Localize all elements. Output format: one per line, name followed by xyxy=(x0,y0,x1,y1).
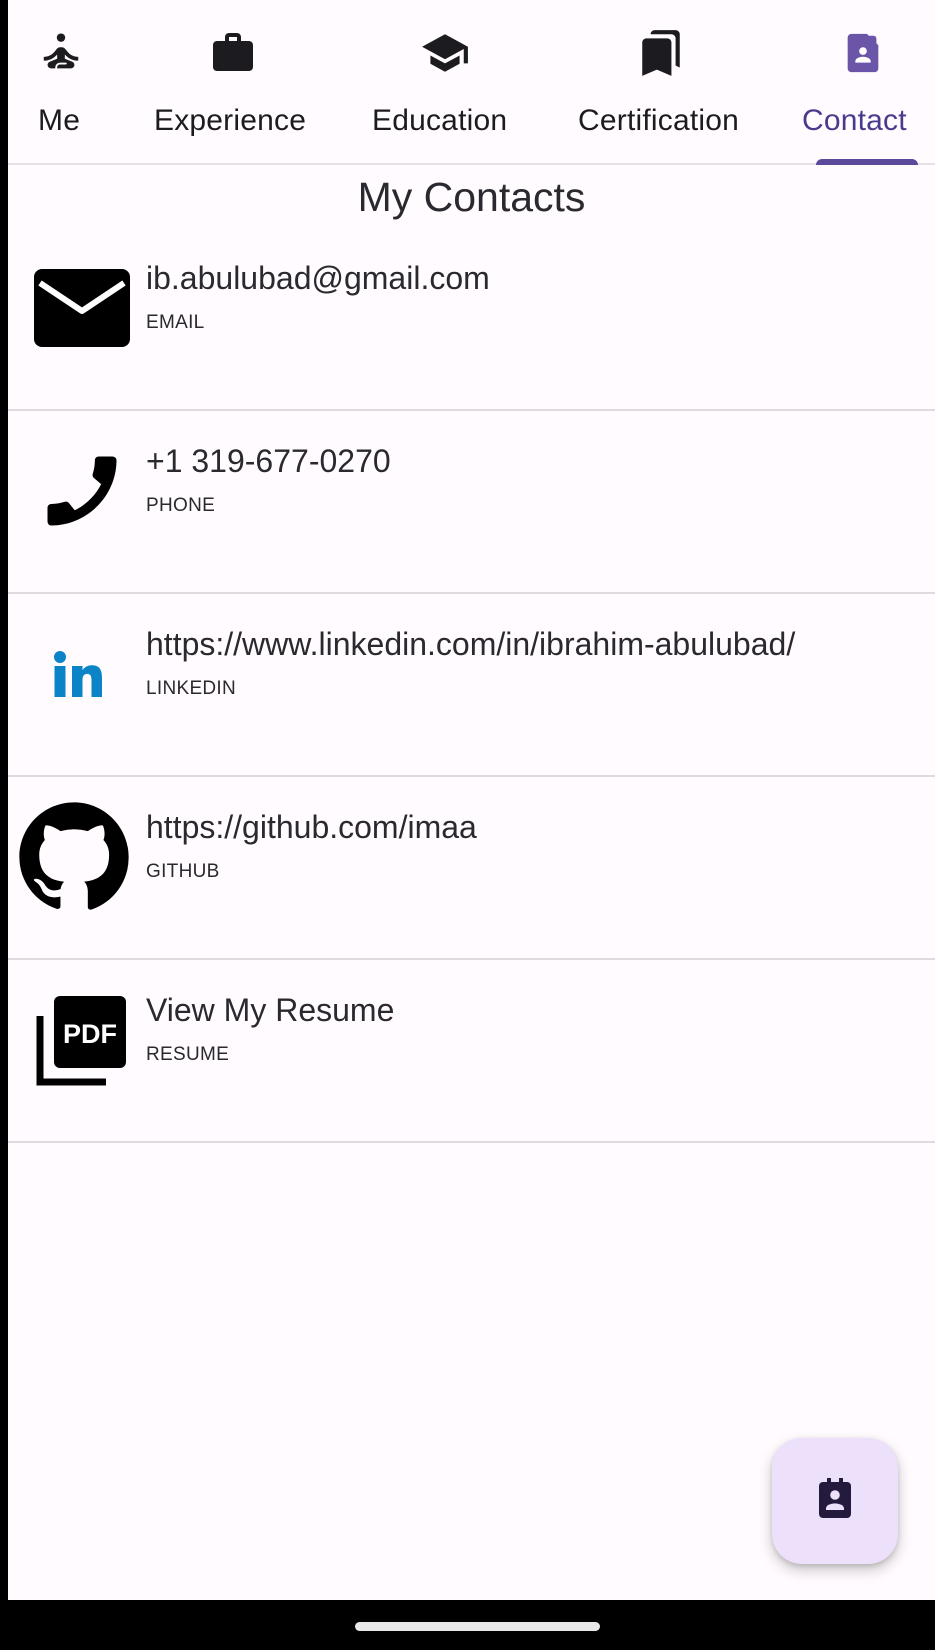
tab-experience[interactable]: Experience xyxy=(148,0,318,163)
tab-label: Experience xyxy=(154,104,307,137)
linkedin-icon xyxy=(22,614,142,734)
tab-contact[interactable]: Contact xyxy=(798,0,930,163)
contact-value: https://www.linkedin.com/in/ibrahim-abul… xyxy=(146,626,796,662)
contact-type: RESUME xyxy=(146,1044,230,1065)
briefcase-icon xyxy=(206,26,260,80)
contact-row-phone[interactable]: +1 319-677-0270 PHONE xyxy=(8,411,935,594)
contact-type: GITHUB xyxy=(146,861,220,882)
phone-icon xyxy=(22,431,142,551)
contact-row-linkedin[interactable]: https://www.linkedin.com/in/ibrahim-abul… xyxy=(8,594,935,777)
active-tab-indicator xyxy=(816,159,918,165)
app-screen: Me Experience Education Certification Co xyxy=(0,0,935,1650)
contact-value: +1 319-677-0270 xyxy=(146,443,391,479)
graduation-cap-icon xyxy=(418,26,472,80)
tab-label: Contact xyxy=(802,104,907,137)
contact-value: ib.abulubad@gmail.com xyxy=(146,260,490,296)
contact-value: View My Resume xyxy=(146,992,395,1028)
contact-row-email[interactable]: ib.abulubad@gmail.com EMAIL xyxy=(8,228,935,411)
device-frame-edge xyxy=(0,0,8,1650)
contact-page-icon xyxy=(811,1475,859,1528)
tab-me[interactable]: Me xyxy=(26,0,96,163)
tab-label: Education xyxy=(372,104,508,137)
pdf-icon: PDF xyxy=(22,980,142,1100)
system-navigation-bar xyxy=(0,1600,935,1650)
contact-type: LINKEDIN xyxy=(146,678,237,699)
email-icon xyxy=(22,248,142,368)
contact-row-github[interactable]: https://github.com/imaa GITHUB xyxy=(8,777,935,960)
tab-certification[interactable]: Certification xyxy=(570,0,752,163)
bookmarks-icon xyxy=(634,26,688,80)
top-tab-bar: Me Experience Education Certification Co xyxy=(8,0,935,165)
contact-type: PHONE xyxy=(146,495,216,516)
tab-education[interactable]: Education xyxy=(370,0,520,163)
tab-label: Certification xyxy=(578,104,739,137)
contact-fab-button[interactable] xyxy=(772,1438,898,1564)
github-icon xyxy=(14,797,134,917)
home-gesture-handle[interactable] xyxy=(355,1622,600,1631)
tab-label: Me xyxy=(38,104,81,137)
page-title: My Contacts xyxy=(357,174,586,220)
contact-value: https://github.com/imaa xyxy=(146,809,477,845)
contact-type: EMAIL xyxy=(146,312,205,333)
meditation-icon xyxy=(34,26,88,80)
svg-text:PDF: PDF xyxy=(63,1019,117,1049)
contact-row-resume[interactable]: PDF View My Resume RESUME xyxy=(8,960,935,1143)
contact-page-icon xyxy=(836,26,890,80)
